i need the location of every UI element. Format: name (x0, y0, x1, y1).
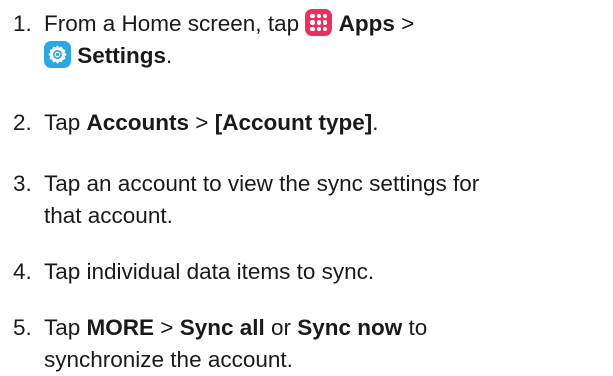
step-text-line: Tap an account to view the sync settings… (44, 171, 480, 196)
step-text: Tap MORE > Sync all or Sync now to synchr… (44, 312, 609, 376)
settings-icon (44, 41, 71, 68)
separator: > (394, 11, 415, 36)
accounts-label: Accounts (86, 110, 190, 135)
settings-label: Settings (77, 43, 167, 68)
step-text: Tap Accounts > [Account type]. (44, 107, 609, 139)
apps-label: Apps (338, 11, 395, 36)
step-text: From a Home screen, tap Apps > Settings. (44, 8, 609, 72)
more-label: MORE (86, 315, 155, 340)
account-type-label: [Account type] (214, 110, 373, 135)
step-number: 3. (13, 171, 32, 196)
step-text-part: or (264, 315, 298, 340)
step-number: 4. (13, 259, 32, 284)
step-number: 1. (13, 11, 32, 36)
step-text-part: Tap (44, 315, 87, 340)
step-text: Tap individual data items to sync. (44, 259, 375, 284)
step-text-part: to (402, 315, 428, 340)
step-text-line: synchronize the account. (44, 347, 293, 372)
step-number: 5. (13, 315, 32, 340)
step-text: Tap an account to view the sync settings… (44, 168, 609, 232)
apps-icon (305, 9, 333, 36)
step-text-line: that account. (44, 203, 173, 228)
sync-now-label: Sync now (297, 315, 403, 340)
punctuation: . (372, 110, 379, 135)
separator: > (189, 110, 215, 135)
step-number: 2. (13, 110, 32, 135)
punctuation: . (166, 43, 173, 68)
separator: > (154, 315, 180, 340)
sync-all-label: Sync all (179, 315, 265, 340)
step-text-part: Tap (44, 110, 87, 135)
step-text-part: From a Home screen, tap (44, 11, 306, 36)
